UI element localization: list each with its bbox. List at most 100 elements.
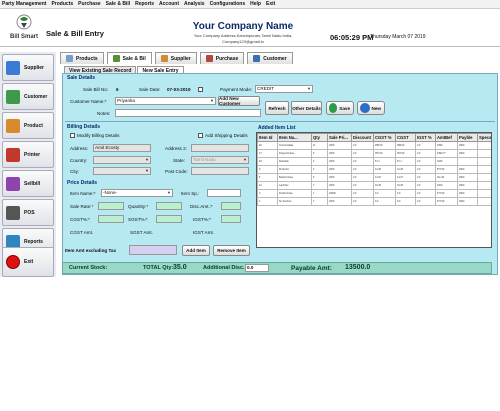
new-button[interactable]: New xyxy=(357,101,385,115)
total-qty-label: TOTAL Qty: xyxy=(143,265,174,271)
address2-input[interactable] xyxy=(191,144,249,152)
table-cell: 677.00 xyxy=(435,197,458,206)
sale-date-value: 07-03-2019 xyxy=(167,87,191,92)
payable-amt-label: Payable Amt: xyxy=(291,265,332,272)
sidebar-item-customer[interactable]: Customer xyxy=(2,83,54,110)
sidebar-item-product[interactable]: Product xyxy=(2,112,54,139)
table-row[interactable]: 20 hmCrocodale 11 2000 0.0 258.00 258.00 0.0 199… xyxy=(257,141,491,150)
sidebar-item-exit[interactable]: Exit xyxy=(2,247,54,277)
menu-configurations[interactable]: Configurations xyxy=(210,1,246,7)
table-row[interactable]: 3 PeidoCruhse 1 15000 0.0 0.0 0.0 0.0 677.00 2000 xyxy=(257,189,491,198)
item-sp-input[interactable] xyxy=(207,189,241,197)
sidebar: Supplier Customer Product Printer Sellbi… xyxy=(0,52,56,277)
igst-input[interactable] xyxy=(221,215,241,223)
payment-mode-select[interactable]: CREDIT xyxy=(255,85,313,93)
sidebar-item-pos[interactable]: POS xyxy=(2,199,54,226)
sidebar-item-supplier[interactable]: Supplier xyxy=(2,54,54,81)
column-header[interactable]: Qty xyxy=(311,133,328,142)
add-shipping-label: Add Shipping Details xyxy=(205,133,248,138)
tab-supplier[interactable]: Supplier xyxy=(154,52,197,64)
tab-customer[interactable]: Customer xyxy=(247,52,293,64)
table-cell: 5 xyxy=(257,173,278,182)
add-shipping-checkbox[interactable] xyxy=(198,133,203,138)
table-cell: 4 xyxy=(257,197,278,206)
company-address: Your Company Address,Kanchipuram,Tamil N… xyxy=(193,33,293,38)
additional-disc-input[interactable]: 0.0 xyxy=(245,264,269,272)
supplier-icon xyxy=(160,55,168,62)
modify-billing-checkbox[interactable] xyxy=(70,133,75,138)
table-cell: 357.00 xyxy=(373,149,396,158)
menu-reports[interactable]: Reports xyxy=(135,1,154,7)
table-row[interactable]: 4 Sn Scoboor 7 2000 0.0 0.0 0.0 0.0 677.00 2000 xyxy=(257,197,491,206)
menu-sale-bill[interactable]: Sale & Bill xyxy=(106,1,130,7)
sidebar-item-label: Customer xyxy=(24,93,48,100)
address-input[interactable]: Amit Ecosty xyxy=(93,144,151,152)
sale-details-heading: Sale Details xyxy=(67,75,96,81)
add-item-button[interactable]: Add Item xyxy=(182,245,210,256)
other-details-button[interactable]: Other Details xyxy=(291,101,322,115)
postcode-input[interactable] xyxy=(191,167,249,175)
column-header[interactable]: CGST xyxy=(395,133,416,142)
column-header[interactable]: Item Na... xyxy=(277,133,312,142)
table-row[interactable]: 17 PepperCruhse 5 2000 0.0 357.00 357.00 0.0 249… xyxy=(257,149,491,158)
column-header[interactable]: CGST % xyxy=(373,133,396,142)
remove-item-button[interactable]: Remove Item xyxy=(213,245,250,256)
sale-rate-input[interactable] xyxy=(98,202,124,210)
add-new-customer-button[interactable]: Add New Customer xyxy=(218,96,260,106)
pos-terminal-icon xyxy=(6,205,20,220)
table-cell: 258.00 xyxy=(395,141,416,150)
column-header[interactable]: Specs xyxy=(477,133,491,142)
app-header: Bill Smart Sale & Bill Entry Your Compan… xyxy=(0,9,500,47)
menu-help[interactable]: Help xyxy=(250,1,261,7)
sgst-input[interactable] xyxy=(156,215,182,223)
save-button[interactable]: Save xyxy=(326,101,354,115)
table-cell: 111.45 xyxy=(435,173,458,182)
table-cell: 20 xyxy=(257,141,278,150)
table-cell: 0.0 xyxy=(373,197,396,206)
city-select[interactable] xyxy=(93,167,151,175)
calendar-icon[interactable] xyxy=(198,87,203,92)
table-cell: 18 xyxy=(257,157,278,166)
page-title: Sale & Bill Entry xyxy=(46,29,104,38)
column-header[interactable]: Sale Pri... xyxy=(327,133,352,142)
column-header[interactable]: Discount xyxy=(351,133,374,142)
tab-purchase[interactable]: Purchase xyxy=(199,52,245,64)
column-header[interactable]: AmtBef xyxy=(435,133,458,142)
notes-input[interactable] xyxy=(115,109,261,117)
customer-name-select[interactable]: Priyanka xyxy=(115,97,216,105)
menu-products[interactable]: Products xyxy=(51,1,73,7)
table-row[interactable]: 9 ProductA 4 2000 0.0 12.25 12.25 0.0 877.80 2000 xyxy=(257,165,491,174)
table-cell: 1 xyxy=(311,189,328,198)
menu-analysis[interactable]: Analysis xyxy=(184,1,205,7)
item-name-select[interactable]: -None- xyxy=(101,189,173,197)
sidebar-item-sellbill[interactable]: Sellbill xyxy=(2,170,54,197)
menu-account[interactable]: Account xyxy=(159,1,179,7)
bill-no-value: 6 xyxy=(116,87,119,92)
quantity-input[interactable] xyxy=(156,202,182,210)
tab-products[interactable]: Products xyxy=(60,52,104,64)
menu-bar: Party Management Products Purchase Sale … xyxy=(0,0,500,9)
table-row[interactable]: 5 BetterCruhse 5 2000 0.0 14.07 14.07 0.0 111.45… xyxy=(257,173,491,182)
added-items-table[interactable]: Item Id Item Na... Qty Sale Pri... Disco… xyxy=(256,132,492,248)
menu-exit[interactable]: Exit xyxy=(266,1,275,7)
sidebar-item-label: Reports xyxy=(24,238,43,245)
column-header[interactable]: Item Id xyxy=(257,133,278,142)
column-header[interactable]: IGST % xyxy=(415,133,436,142)
disc-amt-input[interactable] xyxy=(221,202,241,210)
menu-party-management[interactable]: Party Management xyxy=(2,1,46,7)
table-cell: 19.25 xyxy=(373,181,396,190)
table-row[interactable]: 18 Refrotide 4 2000 0.0 67.1 67.1 0.0 1025 xyxy=(257,157,491,166)
added-item-list-heading: Added Item List xyxy=(258,125,296,131)
table-cell: 0.0 xyxy=(415,197,436,206)
refresh-button[interactable]: Refresh xyxy=(265,101,289,115)
column-header[interactable]: Payble xyxy=(457,133,478,142)
price-details-heading: Price Details xyxy=(67,180,98,186)
state-select[interactable]: Tamil Nadu xyxy=(191,156,249,164)
country-select[interactable] xyxy=(93,156,151,164)
address2-label: Address 2: xyxy=(165,146,187,151)
tab-sale-bill[interactable]: Sale & Bil xyxy=(106,52,152,64)
menu-purchase[interactable]: Purchase xyxy=(78,1,101,7)
sidebar-item-printer[interactable]: Printer xyxy=(2,141,54,168)
cgst-input[interactable] xyxy=(98,215,124,223)
table-row[interactable]: 21 LamitTec 7 2000 0.0 19.25 19.25 0.0 1000 2000 xyxy=(257,181,491,190)
